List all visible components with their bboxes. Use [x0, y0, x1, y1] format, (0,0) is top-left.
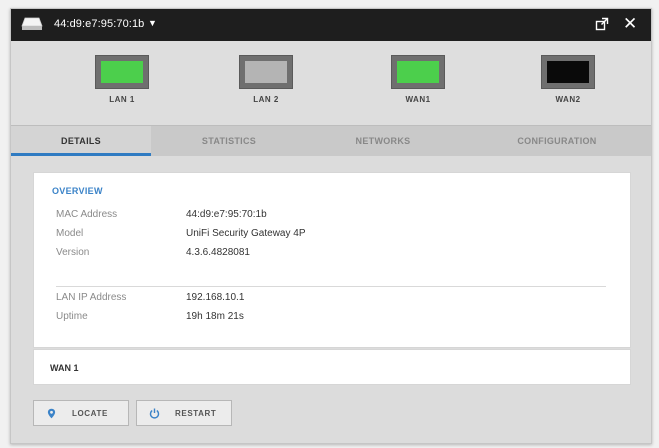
port-lan-1[interactable]: LAN 1: [82, 55, 162, 104]
tab-bar: DETAILS STATISTICS NETWORKS CONFIGURATIO…: [11, 125, 651, 156]
locate-button[interactable]: LOCATE: [33, 400, 129, 426]
restart-button-label: RESTART: [175, 409, 217, 418]
port-lan-1-fill: [101, 61, 143, 83]
uptime-label: Uptime: [56, 311, 88, 322]
port-wan-2-indicator: [541, 55, 595, 89]
port-wan-2-label: WAN2: [555, 95, 581, 104]
model-value: UniFi Security Gateway 4P: [186, 228, 306, 239]
location-pin-icon: [47, 408, 56, 419]
popout-icon[interactable]: [595, 17, 609, 31]
port-wan-1-fill: [397, 61, 439, 83]
port-lan-2-label: LAN 2: [253, 95, 279, 104]
port-wan-1[interactable]: WAN1: [378, 55, 458, 104]
tab-networks[interactable]: NETWORKS: [313, 126, 453, 156]
restart-icon: [149, 408, 160, 419]
restart-button[interactable]: RESTART: [136, 400, 232, 426]
chevron-down-icon[interactable]: ▼: [148, 18, 157, 28]
close-icon[interactable]: ✕: [623, 14, 637, 34]
port-wan-1-label: WAN1: [405, 95, 431, 104]
tab-details[interactable]: DETAILS: [11, 126, 151, 156]
port-wan-2[interactable]: WAN2: [528, 55, 608, 104]
overview-divider: [56, 286, 606, 287]
port-lan-2-fill: [245, 61, 287, 83]
lan-ip-value: 192.168.10.1: [186, 292, 245, 303]
overview-heading: OVERVIEW: [52, 186, 103, 196]
port-wan-1-indicator: [391, 55, 445, 89]
gateway-device-icon: [21, 17, 43, 30]
uptime-value: 19h 18m 21s: [186, 311, 244, 322]
mac-address-label: MAC Address: [56, 209, 118, 220]
port-lan-1-indicator: [95, 55, 149, 89]
version-label: Version: [56, 247, 90, 258]
titlebar: 44:d9:e7:95:70:1b ▼ ✕: [11, 9, 651, 41]
device-properties-window: 44:d9:e7:95:70:1b ▼ ✕ LAN 1 LAN 2 WAN1 W…: [10, 8, 652, 444]
version-value: 4.3.6.4828081: [186, 247, 250, 258]
port-lan-2[interactable]: LAN 2: [226, 55, 306, 104]
model-label: Model: [56, 228, 84, 239]
wan-1-section[interactable]: WAN 1: [33, 349, 631, 385]
locate-button-label: LOCATE: [72, 409, 108, 418]
lan-ip-label: LAN IP Address: [56, 292, 127, 303]
port-status-panel: LAN 1 LAN 2 WAN1 WAN2: [11, 41, 651, 125]
mac-address-value: 44:d9:e7:95:70:1b: [186, 209, 267, 220]
device-name-dropdown[interactable]: 44:d9:e7:95:70:1b: [54, 18, 144, 30]
port-lan-2-indicator: [239, 55, 293, 89]
tab-configuration[interactable]: CONFIGURATION: [487, 126, 627, 156]
tab-statistics[interactable]: STATISTICS: [159, 126, 299, 156]
overview-panel: OVERVIEW MAC Address 44:d9:e7:95:70:1b M…: [33, 172, 631, 348]
port-wan-2-fill: [547, 61, 589, 83]
port-lan-1-label: LAN 1: [109, 95, 135, 104]
wan-1-heading: WAN 1: [50, 363, 79, 373]
